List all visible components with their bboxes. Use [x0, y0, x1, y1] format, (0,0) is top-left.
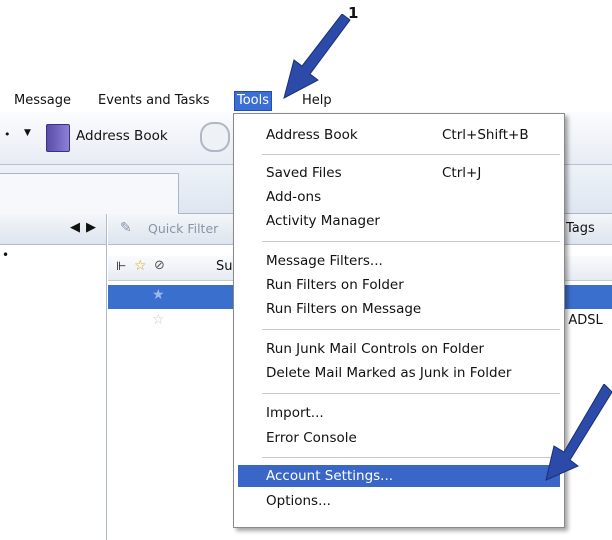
star-column-icon[interactable]: ☆ — [134, 258, 147, 274]
attachment-column-icon[interactable]: ⊘ — [154, 258, 165, 273]
folder-pane — [0, 214, 107, 540]
menu-item-run-filters-message[interactable]: Run Filters on Message — [234, 298, 564, 320]
annotation-arrow-icon — [545, 384, 612, 481]
menu-separator — [262, 457, 560, 458]
tools-menu: Address Book Ctrl+Shift+B Saved Files Ct… — [233, 113, 565, 528]
tag-icon[interactable] — [200, 122, 230, 152]
menu-separator — [262, 241, 560, 242]
menu-separator — [262, 393, 560, 394]
menu-item-add-ons[interactable]: Add-ons — [234, 186, 564, 208]
subject-column[interactable]: Su — [216, 259, 233, 274]
menu-item-activity-manager[interactable]: Activity Manager — [234, 210, 564, 232]
dropdown-dot-icon[interactable]: • — [4, 128, 11, 141]
tab-inbox[interactable] — [0, 173, 179, 214]
menu-item-error-console[interactable]: Error Console — [234, 427, 564, 449]
menu-item-options[interactable]: Options... — [234, 490, 564, 512]
menu-item-run-filters-folder[interactable]: Run Filters on Folder — [234, 274, 564, 296]
menu-item-import[interactable]: Import... — [234, 402, 564, 424]
menu-events-and-tasks[interactable]: Events and Tasks — [98, 92, 210, 110]
menu-separator — [262, 329, 560, 330]
address-book-button[interactable]: Address Book — [40, 122, 200, 152]
star-icon[interactable]: ★ — [152, 287, 165, 303]
chevron-down-icon[interactable]: ▼ — [24, 128, 31, 138]
menu-item-address-book[interactable]: Address Book Ctrl+Shift+B — [234, 124, 564, 146]
menu-item-run-junk-controls[interactable]: Run Junk Mail Controls on Folder — [234, 338, 564, 360]
menu-separator — [262, 154, 560, 155]
folder-bullet-icon: • — [2, 248, 10, 262]
menu-tools[interactable]: Tools — [234, 91, 273, 111]
thread-column-icon[interactable]: ⊩ — [116, 259, 126, 273]
menu-item-account-settings[interactable]: Account Settings... — [238, 465, 560, 487]
annotation-arrow-icon — [283, 14, 351, 99]
tags-filter[interactable]: Tags — [566, 221, 595, 236]
menu-item-saved-files[interactable]: Saved Files Ctrl+J — [234, 162, 564, 184]
address-book-icon — [46, 124, 70, 152]
quick-filter-icon: ✎ — [120, 220, 132, 236]
menu-item-delete-junk[interactable]: Delete Mail Marked as Junk in Folder — [234, 362, 564, 384]
menu-item-message-filters[interactable]: Message Filters... — [234, 250, 564, 272]
menu-message[interactable]: Message — [14, 92, 71, 110]
folder-pane-header: ◀ ▶ — [0, 214, 106, 245]
address-book-label: Address Book — [76, 128, 168, 144]
arrow-right-icon[interactable]: ▶ — [86, 220, 96, 235]
quick-filter-input[interactable]: Quick Filter — [148, 221, 218, 236]
arrow-left-icon[interactable]: ◀ — [70, 220, 80, 235]
star-icon[interactable]: ☆ — [152, 312, 165, 328]
